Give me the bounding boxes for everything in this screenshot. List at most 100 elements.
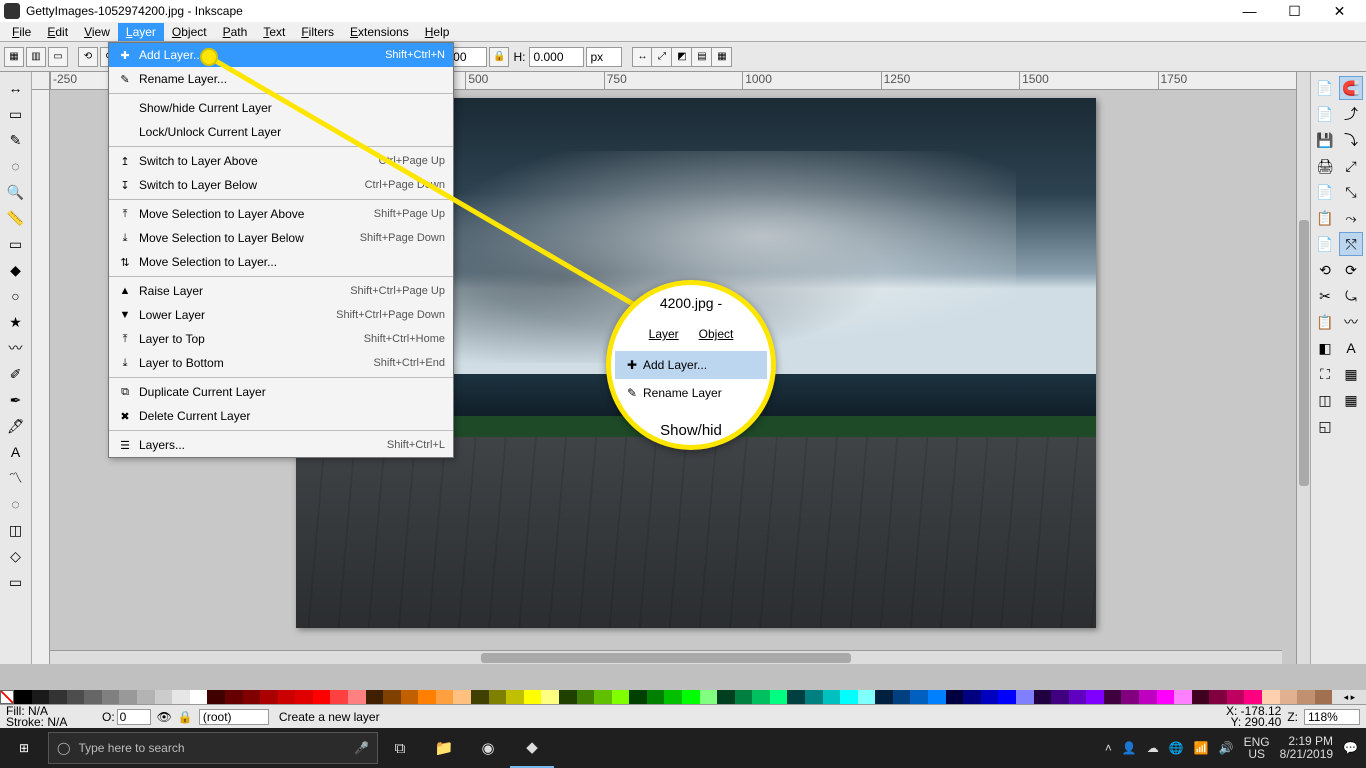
color-swatch[interactable] xyxy=(102,690,120,704)
menu-layer[interactable]: Layer xyxy=(118,23,164,41)
close-button[interactable]: ✕ xyxy=(1317,0,1362,22)
command-4[interactable]: 💾 xyxy=(1313,128,1337,152)
color-swatch[interactable] xyxy=(1121,690,1139,704)
color-swatch[interactable] xyxy=(383,690,401,704)
start-button[interactable]: ⊞ xyxy=(0,728,48,768)
command-17[interactable]: ⤿ xyxy=(1339,284,1363,308)
color-swatch[interactable] xyxy=(225,690,243,704)
select-layers-button[interactable]: ▥ xyxy=(26,47,46,67)
minimize-button[interactable]: — xyxy=(1227,0,1272,22)
color-swatch[interactable] xyxy=(418,690,436,704)
command-21[interactable]: A xyxy=(1339,336,1363,360)
color-swatch[interactable] xyxy=(67,690,85,704)
color-swatch[interactable] xyxy=(928,690,946,704)
color-swatch[interactable] xyxy=(84,690,102,704)
palette-scroll[interactable]: ◂ ▸ xyxy=(1332,690,1366,704)
color-swatch[interactable] xyxy=(313,690,331,704)
color-swatch[interactable] xyxy=(963,690,981,704)
color-swatch[interactable] xyxy=(243,690,261,704)
menu-item-rename-layer[interactable]: ✎Rename Layer... xyxy=(109,67,453,91)
tray-people-icon[interactable]: 👤 xyxy=(1122,741,1137,755)
color-swatch[interactable] xyxy=(682,690,700,704)
color-swatch[interactable] xyxy=(506,690,524,704)
color-swatch[interactable] xyxy=(664,690,682,704)
unit-select[interactable]: px xyxy=(586,47,622,67)
lock-toggle-icon[interactable]: 🔒 xyxy=(178,710,193,724)
color-swatch[interactable] xyxy=(32,690,50,704)
command-19[interactable]: 〰 xyxy=(1339,310,1363,334)
tool-19[interactable]: ▭ xyxy=(4,570,28,594)
tray-volume-icon[interactable]: 🔊 xyxy=(1219,741,1234,755)
tool-10[interactable]: 〰 xyxy=(4,336,28,360)
color-swatch[interactable] xyxy=(770,690,788,704)
command-13[interactable]: ⤲ xyxy=(1339,232,1363,256)
mic-icon[interactable]: 🎤 xyxy=(354,741,369,755)
tool-15[interactable]: 〽 xyxy=(4,466,28,490)
command-3[interactable]: ⤴ xyxy=(1339,102,1363,126)
h-input[interactable]: 0.000 xyxy=(529,47,584,67)
deselect-button[interactable]: ▭ xyxy=(48,47,68,67)
command-26[interactable]: ◱ xyxy=(1313,414,1337,438)
color-swatch[interactable] xyxy=(207,690,225,704)
color-swatch[interactable] xyxy=(14,690,32,704)
menu-item-show-hide-current-layer[interactable]: Show/hide Current Layer xyxy=(109,96,453,120)
color-swatch[interactable] xyxy=(735,690,753,704)
action-center-icon[interactable]: 💬 xyxy=(1343,741,1358,755)
tool-18[interactable]: ◇ xyxy=(4,544,28,568)
command-22[interactable]: ⛶ xyxy=(1313,362,1337,386)
maximize-button[interactable]: ☐ xyxy=(1272,0,1317,22)
color-swatch[interactable] xyxy=(49,690,67,704)
color-swatch[interactable] xyxy=(541,690,559,704)
command-23[interactable]: ▦ xyxy=(1339,362,1363,386)
command-9[interactable]: ⤡ xyxy=(1339,180,1363,204)
tool-3[interactable]: ◌ xyxy=(4,154,28,178)
color-swatch[interactable] xyxy=(1280,690,1298,704)
color-swatch[interactable] xyxy=(1104,690,1122,704)
chrome-button[interactable]: ◉ xyxy=(466,728,510,768)
color-swatch[interactable] xyxy=(453,690,471,704)
menu-help[interactable]: Help xyxy=(417,23,458,41)
menu-item-layers[interactable]: ☰Layers...Shift+Ctrl+L xyxy=(109,433,453,457)
command-7[interactable]: ⤢ xyxy=(1339,154,1363,178)
zoom-input[interactable]: 118% xyxy=(1304,709,1360,725)
command-8[interactable]: 📄 xyxy=(1313,180,1337,204)
tray-language[interactable]: ENG US xyxy=(1244,736,1270,760)
menu-edit[interactable]: Edit xyxy=(39,23,76,41)
tool-0[interactable]: ↔ xyxy=(4,76,28,100)
color-swatch[interactable] xyxy=(559,690,577,704)
color-swatch[interactable] xyxy=(875,690,893,704)
color-swatch[interactable] xyxy=(1016,690,1034,704)
color-swatch[interactable] xyxy=(700,690,718,704)
menu-item-lower-layer[interactable]: ▼Lower LayerShift+Ctrl+Page Down xyxy=(109,303,453,327)
file-explorer-button[interactable]: 📁 xyxy=(422,728,466,768)
vertical-ruler[interactable] xyxy=(32,90,50,664)
taskbar-search[interactable]: ◯ Type here to search 🎤 xyxy=(48,732,378,764)
color-swatch[interactable] xyxy=(1297,690,1315,704)
color-swatch[interactable] xyxy=(330,690,348,704)
color-swatch[interactable] xyxy=(119,690,137,704)
color-swatch[interactable] xyxy=(1086,690,1104,704)
color-swatch[interactable] xyxy=(717,690,735,704)
affect-corner-button[interactable]: ◩ xyxy=(672,47,692,67)
command-14[interactable]: ⟲ xyxy=(1313,258,1337,282)
menu-item-move-selection-to-layer-below[interactable]: ⤓Move Selection to Layer BelowShift+Page… xyxy=(109,226,453,250)
tray-clock[interactable]: 2:19 PM 8/21/2019 xyxy=(1280,735,1333,761)
menu-item-lock-unlock-current-layer[interactable]: Lock/Unlock Current Layer xyxy=(109,120,453,144)
tool-8[interactable]: ○ xyxy=(4,284,28,308)
color-swatch[interactable] xyxy=(910,690,928,704)
tray-chevron-icon[interactable]: ˄ xyxy=(1105,741,1112,755)
tool-12[interactable]: ✒ xyxy=(4,388,28,412)
tool-9[interactable]: ★ xyxy=(4,310,28,334)
tool-14[interactable]: A xyxy=(4,440,28,464)
color-swatch[interactable] xyxy=(893,690,911,704)
tool-16[interactable]: ◌ xyxy=(4,492,28,516)
command-20[interactable]: ◧ xyxy=(1313,336,1337,360)
command-10[interactable]: 📋 xyxy=(1313,206,1337,230)
color-swatch[interactable] xyxy=(1192,690,1210,704)
menu-object[interactable]: Object xyxy=(164,23,215,41)
menu-extensions[interactable]: Extensions xyxy=(342,23,417,41)
menu-item-layer-to-bottom[interactable]: ⤓Layer to BottomShift+Ctrl+End xyxy=(109,351,453,375)
menu-item-layer-to-top[interactable]: ⤒Layer to TopShift+Ctrl+Home xyxy=(109,327,453,351)
command-12[interactable]: 📄 xyxy=(1313,232,1337,256)
color-swatch[interactable] xyxy=(471,690,489,704)
